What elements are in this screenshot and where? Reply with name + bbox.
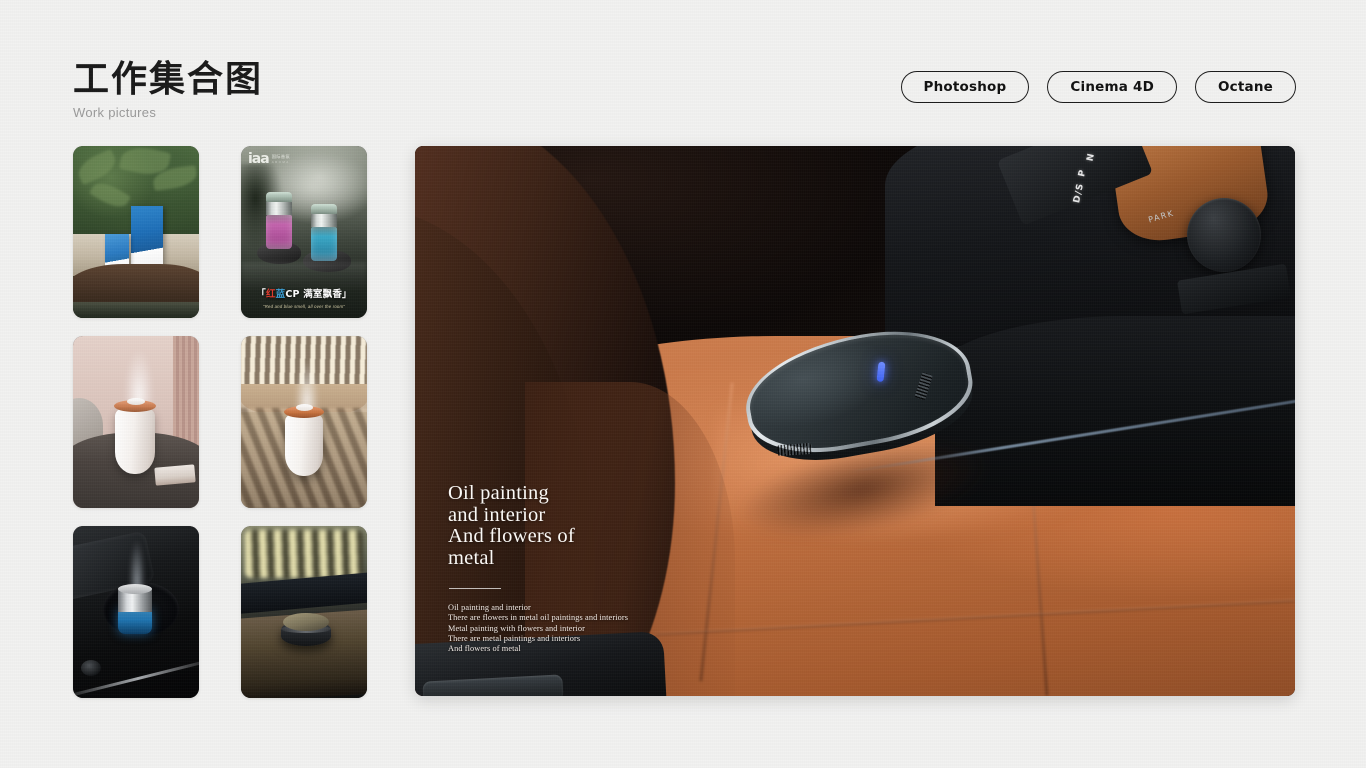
tag-octane[interactable]: Octane xyxy=(1194,71,1296,103)
software-tag-row: Photoshop Cinema 4D Octane xyxy=(900,71,1296,103)
caption-blue: 蓝 xyxy=(275,289,286,300)
hero-heading-line-4: metal xyxy=(448,546,495,569)
caption-bracket-open: 「 xyxy=(256,289,266,300)
caption-bracket-close: 」 xyxy=(342,289,352,300)
thumbnail-image xyxy=(73,526,199,698)
tag-cinema-4d[interactable]: Cinema 4D xyxy=(1047,71,1177,103)
thumbnail-car-cup-holder-diffuser[interactable] xyxy=(73,526,199,698)
poster-subcaption: "Red and blue smell, all over the room" xyxy=(262,304,346,309)
hero-heading-line-1: Oil painting xyxy=(448,482,549,504)
thumbnail-grid: iaa 国际香氛 AROMA 「红蓝CP 满室飘香」 "Red and blue… xyxy=(73,146,367,698)
iaa-brand-logo: iaa 国际香氛 AROMA xyxy=(248,151,290,167)
console-control-knob[interactable] xyxy=(1187,198,1261,272)
title-block: 工作集合图 Work pictures xyxy=(73,58,263,120)
hero-body-line-5: And flowers of metal xyxy=(448,644,521,654)
hero-body-text: Oil painting and interior There are flow… xyxy=(448,603,748,654)
logo-mark: iaa xyxy=(248,151,270,167)
thumbnail-white-humidifier-side-table[interactable] xyxy=(73,336,199,508)
thumbnail-image xyxy=(73,336,199,508)
gear-label-n: N xyxy=(1085,151,1098,163)
page-title: 工作集合图 xyxy=(73,59,264,100)
hero-body-line-3: Metal painting with flowers and interior xyxy=(448,623,585,633)
hero-body-line-1: Oil painting and interior xyxy=(448,603,531,612)
page-subtitle: Work pictures xyxy=(73,105,157,120)
hero-text-overlay: Oil painting and interior And flowers of… xyxy=(448,482,748,654)
thumbnail-iaa-poster-two-bottles[interactable]: iaa 国际香氛 AROMA 「红蓝CP 满室飘香」 "Red and blue… xyxy=(241,146,367,318)
thumbnail-image xyxy=(73,146,199,318)
poster-caption: 「红蓝CP 满室飘香」 xyxy=(241,286,367,300)
hero-divider xyxy=(449,588,501,589)
caption-red: 红 xyxy=(265,289,276,300)
hero-heading-line-2: and interior xyxy=(448,503,546,526)
thumbnail-image: iaa 国际香氛 AROMA 「红蓝CP 满室飘香」 "Red and blue… xyxy=(241,146,367,318)
logo-cn-subtext: AROMA xyxy=(271,160,290,164)
hero-image-card[interactable]: N P D/S P A PARK Oil painting and interi… xyxy=(415,146,1295,696)
page-header: 工作集合图 Work pictures Photoshop Cinema 4D … xyxy=(73,58,1296,138)
thumbnail-white-humidifier-blinds[interactable] xyxy=(241,336,367,508)
hero-body-line-2: There are flowers in metal oil paintings… xyxy=(448,613,629,623)
hero-heading: Oil painting and interior And flowers of… xyxy=(448,482,748,569)
thumbnail-dashboard-puck-diffuser[interactable] xyxy=(241,526,367,698)
thumbnail-image xyxy=(241,336,367,508)
bottle-pink xyxy=(266,192,292,249)
hero-heading-line-3: And flowers of xyxy=(448,525,575,547)
hero-body-line-4: There are metal paintings and interiors xyxy=(448,633,581,643)
tag-photoshop[interactable]: Photoshop xyxy=(900,71,1030,103)
thumbnail-blue-product-boxes-jungle[interactable] xyxy=(73,146,199,318)
caption-mid: CP 满室飘香 xyxy=(285,289,343,300)
bottle-blue xyxy=(311,204,337,261)
thumbnail-image xyxy=(241,526,367,698)
